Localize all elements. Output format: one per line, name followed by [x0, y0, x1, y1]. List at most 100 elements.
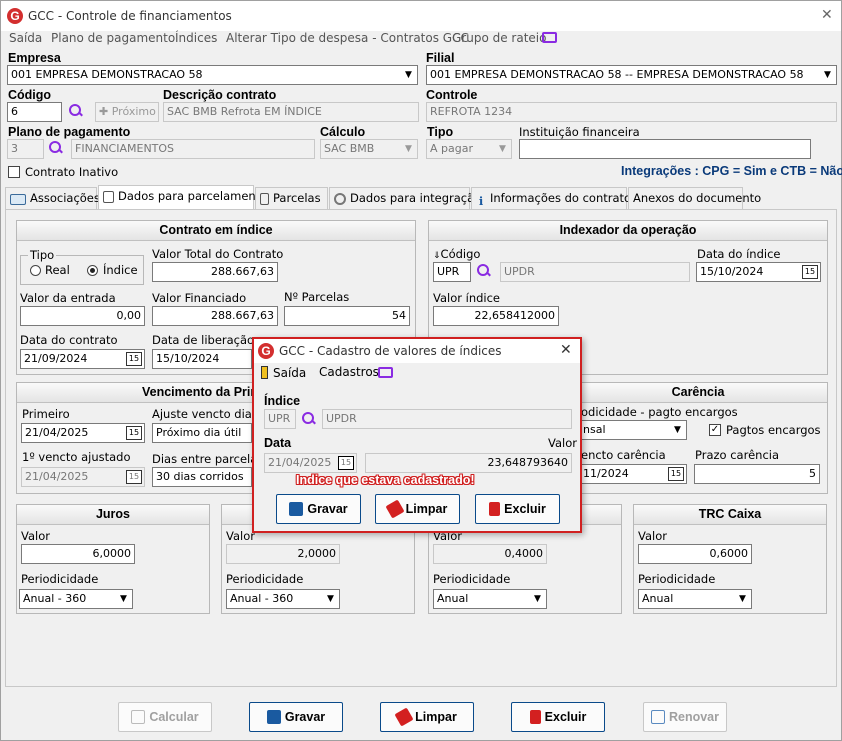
search-icon[interactable] — [302, 412, 316, 426]
close-icon[interactable]: ✕ — [821, 7, 833, 23]
chevron-down-icon: ▼ — [405, 70, 412, 80]
dialog-limpar-button[interactable]: Limpar — [375, 494, 460, 524]
dialog-excluir-button[interactable]: Excluir — [475, 494, 560, 524]
calendar-icon[interactable]: 15 — [126, 352, 142, 366]
calculo-label: Cálculo — [320, 125, 366, 139]
calendar-icon[interactable]: 15 — [338, 456, 354, 470]
dialog-close-icon[interactable]: ✕ — [560, 342, 572, 358]
indexador-codigo-input[interactable]: UPR — [433, 262, 471, 282]
contrato-inativo-checkbox[interactable] — [8, 166, 20, 178]
ajustado-field: 21/04/2025 15 — [21, 467, 145, 487]
dialog-data-input[interactable]: 21/04/2025 15 — [264, 453, 357, 473]
g3-period-label: Periodicidade — [433, 572, 511, 586]
carencia-period-select[interactable]: nsal ▼ — [579, 420, 687, 440]
search-icon[interactable] — [477, 264, 491, 278]
exit-door-icon — [261, 366, 268, 379]
g2-valor-input[interactable]: 2,0000 — [226, 544, 340, 564]
tab-associacoes[interactable]: Associações — [5, 187, 100, 209]
indexador-title: Indexador da operação — [429, 221, 827, 241]
chevron-down-icon: ▼ — [674, 425, 681, 435]
valor-financiado-label: Valor Financiado — [152, 291, 247, 305]
excluir-button[interactable]: Excluir — [511, 702, 605, 732]
g2-period-select[interactable]: Anual - 360 ▼ — [226, 589, 340, 609]
real-radio[interactable] — [30, 265, 41, 276]
juros-valor-input[interactable]: 6,0000 — [21, 544, 135, 564]
menu-saida[interactable]: Saída — [9, 31, 42, 45]
primeiro-label: Primeiro — [22, 407, 70, 421]
dialog-menu-saida[interactable]: Saída — [273, 366, 306, 380]
calendar-icon[interactable]: 15 — [126, 426, 142, 440]
valor-financiado-input[interactable]: 288.667,63 — [152, 306, 278, 326]
trash-icon — [529, 710, 541, 724]
calculo-select: SAC BMB ▼ — [320, 139, 418, 159]
carencia-title: Carência — [569, 383, 827, 403]
trc-valor-input[interactable]: 0,6000 — [638, 544, 752, 564]
menu-plano-pagamento[interactable]: Plano de pagamento — [51, 31, 175, 45]
dialog-valor-input[interactable]: 23,648793640 — [365, 453, 572, 473]
tab-parcelas[interactable]: Parcelas — [255, 187, 328, 209]
trc-period-label: Periodicidade — [638, 572, 716, 586]
g3-period-select[interactable]: Anual ▼ — [433, 589, 547, 609]
indice-radio[interactable] — [87, 265, 98, 276]
key-icon: ⇓ — [433, 251, 441, 261]
gcc-logo-icon: G — [7, 8, 23, 24]
valor-entrada-input[interactable]: 0,00 — [20, 306, 145, 326]
calculator-icon — [131, 710, 146, 724]
data-contrato-input[interactable]: 21/09/2024 15 — [20, 349, 145, 369]
pagtos-encargos-checkbox[interactable]: ✓ — [709, 424, 721, 436]
juros-period-select[interactable]: Anual - 360 ▼ — [19, 589, 133, 609]
dialog-menu-cadastros[interactable]: Cadastros — [319, 365, 379, 379]
ajuste-select[interactable]: Próximo dia útil — [152, 423, 252, 443]
valor-total-input[interactable]: 288.667,63 — [152, 262, 278, 282]
chevron-down-icon: ▼ — [327, 594, 334, 604]
parcelas-input[interactable]: 54 — [284, 306, 410, 326]
search-icon[interactable] — [69, 104, 83, 118]
tab-anexos[interactable]: Anexos do documento — [628, 187, 761, 209]
save-icon — [289, 502, 304, 516]
search-icon[interactable] — [49, 141, 63, 155]
trc-period-select[interactable]: Anual ▼ — [638, 589, 752, 609]
eraser-icon — [385, 499, 405, 519]
tab-dados-parcelamento[interactable]: Dados para parcelamento — [98, 185, 267, 209]
data-liberacao-input[interactable]: 15/10/2024 — [152, 349, 252, 369]
calendar-icon[interactable]: 15 — [802, 265, 818, 279]
dias-select[interactable]: 30 dias corridos — [152, 467, 252, 487]
calendar-icon[interactable]: 15 — [668, 467, 684, 481]
calendar-icon: 15 — [126, 470, 142, 484]
monitor-icon[interactable] — [542, 32, 557, 43]
dialog-indice-code[interactable]: UPR — [264, 409, 296, 429]
plano-code-input[interactable]: 3 — [7, 139, 44, 159]
codigo-input[interactable]: 6 — [7, 102, 62, 122]
chevron-down-icon: ▼ — [405, 144, 412, 154]
gravar-button[interactable]: Gravar — [249, 702, 343, 732]
window-title: GCC - Controle de financiamentos — [28, 9, 232, 23]
cadastro-indices-dialog: G GCC - Cadastro de valores de índices ✕… — [252, 337, 582, 533]
carencia-vencto-input[interactable]: 11/2024 15 — [579, 464, 687, 484]
valor-indice-input[interactable]: 22,658412000 — [433, 306, 559, 326]
prazo-carencia-label: Prazo carência — [695, 448, 780, 462]
calculator-icon — [103, 191, 114, 203]
prazo-carencia-input[interactable]: 5 — [694, 464, 820, 484]
menu-grupo-rateio[interactable]: Grupo de rateio — [452, 31, 546, 45]
filial-select[interactable]: 001 EMPRESA DEMONSTRACAO 58 -- EMPRESA D… — [426, 65, 837, 85]
tab-dados-integracao[interactable]: Dados para integração — [329, 187, 481, 209]
monitor-icon[interactable] — [378, 367, 393, 378]
plano-label: Plano de pagamento — [8, 125, 131, 139]
proximo-button: ✚ Próximo — [95, 102, 159, 122]
g3-valor-input[interactable]: 0,4000 — [433, 544, 547, 564]
menu-indices[interactable]: Índices — [175, 31, 217, 45]
primeiro-input[interactable]: 21/04/2025 15 — [21, 423, 145, 443]
menu-alterar-tipo[interactable]: Alterar Tipo de despesa - Contratos GCC — [226, 31, 469, 45]
ajustado-label: 1º vencto ajustado — [22, 450, 131, 464]
limpar-button[interactable]: Limpar — [380, 702, 474, 732]
empresa-select[interactable]: 001 EMPRESA DEMONSTRACAO 58 ▼ — [7, 65, 418, 85]
integracoes-text: Integrações : CPG = Sim e CTB = Não — [621, 164, 842, 178]
filial-label: Filial — [426, 51, 455, 65]
dialog-gravar-button[interactable]: Gravar — [276, 494, 361, 524]
tab-informacoes[interactable]: ℹ Informações do contrato — [471, 187, 631, 209]
dialog-indice-label: Índice — [264, 394, 301, 408]
data-indice-input[interactable]: 15/10/2024 15 — [696, 262, 821, 282]
instituicao-input[interactable] — [519, 139, 811, 159]
dialog-indice-desc: UPDR — [322, 409, 572, 429]
pagtos-encargos-label: Pagtos encargos — [726, 423, 821, 437]
